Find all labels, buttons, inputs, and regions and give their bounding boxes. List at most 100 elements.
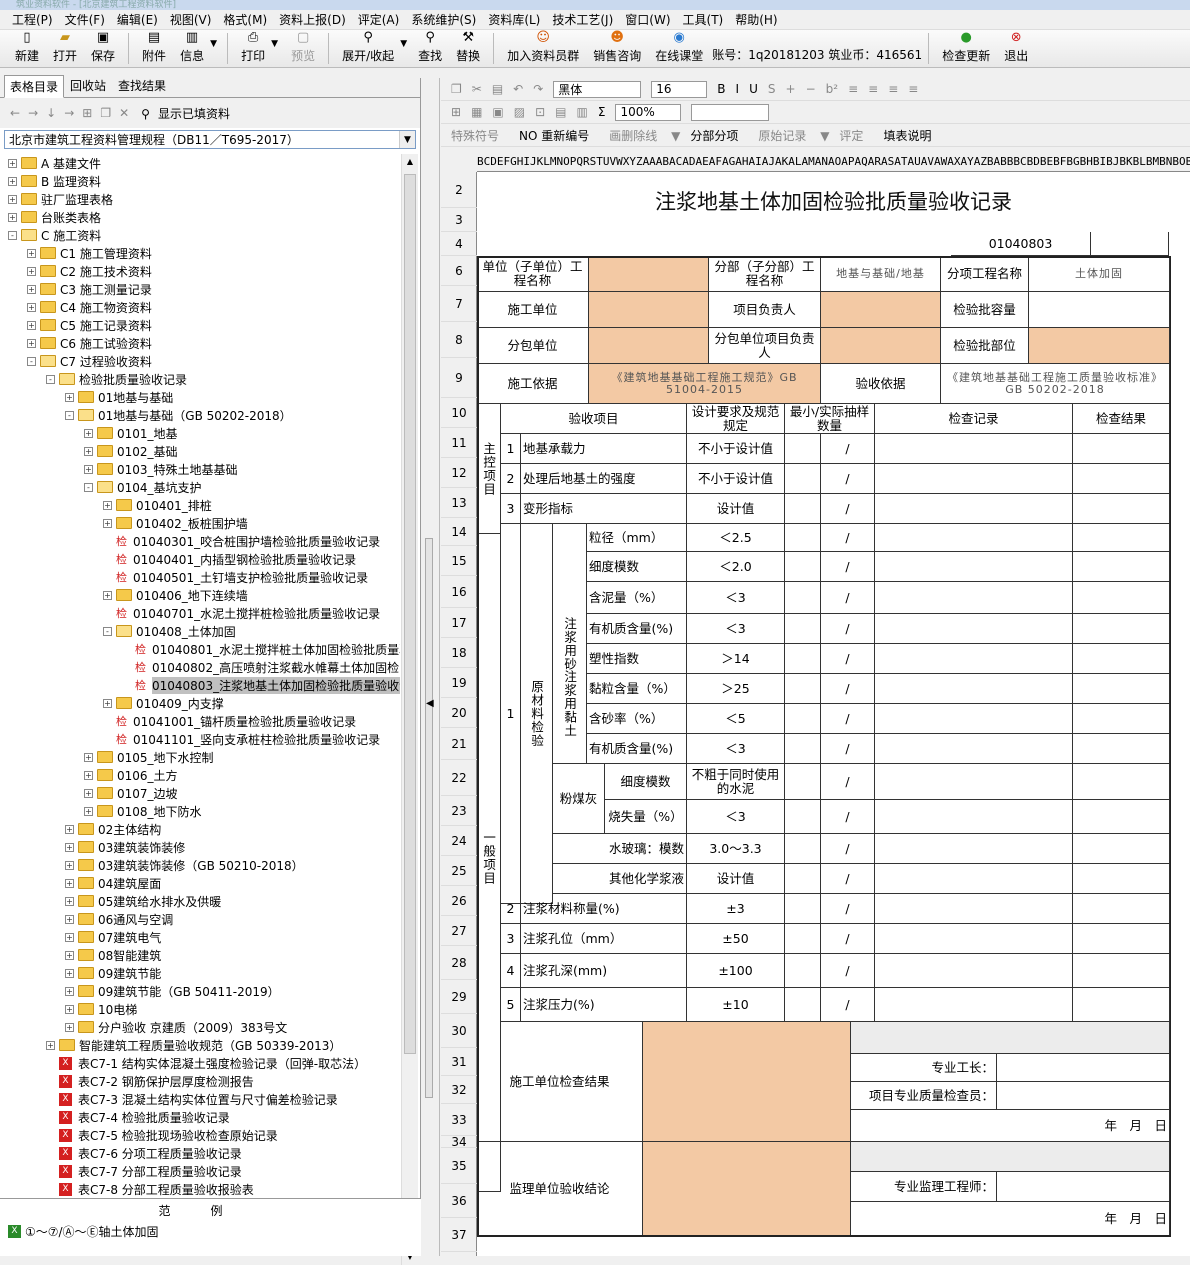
expand-icon[interactable]: + (65, 896, 74, 906)
table-icon[interactable]: ▤ (555, 105, 566, 119)
align-left-icon[interactable]: ≡ (848, 82, 858, 96)
strikeline-button[interactable]: 画删除线 ▼ (609, 127, 680, 144)
check-record[interactable] (875, 434, 1073, 464)
subcon-field[interactable] (589, 328, 709, 364)
check-record[interactable] (875, 894, 1073, 924)
tree-node[interactable]: +010402_板桩围护墙 (4, 514, 400, 532)
add-icon[interactable]: ⊞ (82, 106, 92, 120)
row-number[interactable]: 29 (441, 980, 477, 1014)
check-record[interactable] (875, 644, 1073, 674)
row-number[interactable]: 16 (441, 576, 477, 608)
tree-node[interactable]: + 分户验收 京建质（2009）383号文 (4, 1018, 400, 1036)
row-number[interactable]: 23 (441, 796, 477, 826)
row-number[interactable]: 36 (441, 1184, 477, 1218)
join-group-button[interactable]: ☺ 加入资料员群 (500, 30, 586, 67)
check-result[interactable] (1073, 864, 1170, 894)
show-filled-button[interactable]: ⚲ 显示已填资料 (141, 105, 238, 122)
copy-icon[interactable]: ❐ (100, 106, 111, 120)
row-number[interactable]: 4 (441, 232, 477, 256)
tree-node[interactable]: X 表C7-8 分部工程质量验收报验表 (4, 1180, 400, 1198)
min-sample[interactable] (785, 494, 821, 524)
check-record[interactable] (875, 734, 1073, 764)
expand-icon[interactable]: + (65, 1004, 74, 1014)
row-number[interactable]: 7 (441, 286, 477, 322)
row-number[interactable]: 20 (441, 698, 477, 728)
expand-icon[interactable]: + (65, 860, 74, 870)
delete-icon[interactable]: ✕ (119, 106, 129, 120)
replace-button[interactable]: ⚒ 替换 (449, 30, 487, 67)
tab-catalog[interactable]: 表格目录 (4, 75, 65, 98)
min-sample[interactable] (785, 764, 821, 800)
tree-node[interactable]: +09建筑节能 (4, 964, 400, 982)
expand-icon[interactable]: + (103, 698, 112, 708)
tree-node[interactable]: 检 01040803_注浆地基土体加固检验批质量验收记 (4, 676, 400, 694)
collapse-icon[interactable]: - (27, 356, 36, 366)
check-result[interactable] (1073, 924, 1170, 954)
check-record[interactable] (875, 764, 1073, 800)
check-record[interactable] (875, 988, 1073, 1022)
check-result[interactable] (1073, 524, 1170, 552)
menu-item[interactable]: 格式(M) (223, 11, 267, 28)
expand-icon[interactable]: + (65, 824, 74, 834)
row-number[interactable]: 14 (441, 518, 477, 546)
check-result[interactable] (1073, 704, 1170, 734)
fill-help-button[interactable]: 填表说明 (883, 127, 941, 144)
chevron-down-icon[interactable]: ▼ (210, 39, 217, 49)
tree-node[interactable]: + 驻厂监理表格 (4, 190, 400, 208)
info-button[interactable]: ▥ 信息 ▼ (173, 30, 217, 67)
arrow-right-icon[interactable]: → (28, 106, 38, 120)
tree-node[interactable]: +0105_地下水控制 (4, 748, 400, 766)
expand-icon[interactable]: + (27, 266, 36, 276)
menu-item[interactable]: 资料库(L) (488, 11, 540, 28)
original-record-button[interactable]: 原始记录 ▼ (758, 127, 829, 144)
menu-item[interactable]: 文件(F) (65, 11, 105, 28)
collapse-icon[interactable]: - (46, 374, 55, 384)
expand-icon[interactable]: + (27, 302, 36, 312)
min-sample[interactable] (785, 644, 821, 674)
zoom-select[interactable]: 100% (615, 103, 682, 121)
check-record[interactable] (875, 494, 1073, 524)
check-record[interactable] (875, 864, 1073, 894)
min-sample[interactable] (785, 464, 821, 494)
row-number[interactable]: 34 (441, 1135, 477, 1149)
check-result[interactable] (1073, 764, 1170, 800)
tree-node[interactable]: 检 01040801_水泥土搅拌桩土体加固检验批质量验 (4, 640, 400, 658)
min-sample[interactable] (785, 734, 821, 764)
menu-item[interactable]: 帮助(H) (735, 11, 777, 28)
new-button[interactable]: ▯ 新建 (8, 30, 46, 67)
tree-node[interactable]: - 检验批质量验收记录 (4, 370, 400, 388)
cut-icon[interactable]: ✂ (472, 82, 482, 96)
foreman-field[interactable] (997, 1054, 1170, 1082)
evaluate-button[interactable]: 评定 (839, 127, 873, 144)
tree-node[interactable]: +02主体结构 (4, 820, 400, 838)
superscript-icon[interactable]: b² (826, 82, 838, 96)
tree-node[interactable]: - 010408_土体加固 (4, 622, 400, 640)
row-number[interactable]: 9 (441, 358, 477, 398)
row-number[interactable]: 19 (441, 668, 477, 698)
tree-node[interactable]: + C1 施工管理资料 (4, 244, 400, 262)
tree-node[interactable]: +0107_边坡 (4, 784, 400, 802)
tree-node[interactable]: X 表C7-1 结构实体混凝土强度检验记录（回弹-取芯法） (4, 1054, 400, 1072)
tree-node[interactable]: 检 01040301_咬合桩围护墙检验批质量验收记录 (4, 532, 400, 550)
chevron-down-icon[interactable]: ▼ (400, 39, 407, 49)
expand-icon[interactable]: + (27, 320, 36, 330)
exit-button[interactable]: ⊗ 退出 (997, 30, 1035, 67)
menu-item[interactable]: 技术工艺(J) (552, 11, 613, 28)
row-number[interactable]: 17 (441, 608, 477, 638)
row-number[interactable]: 31 (441, 1048, 477, 1076)
undo-icon[interactable]: ↶ (513, 82, 523, 96)
check-record[interactable] (875, 704, 1073, 734)
tree-node[interactable]: +03建筑装饰装修（GB 50210-2018） (4, 856, 400, 874)
menu-item[interactable]: 系统维护(S) (411, 11, 476, 28)
min-sample[interactable] (785, 704, 821, 734)
check-result[interactable] (1073, 582, 1170, 614)
expand-icon[interactable]: + (84, 464, 93, 474)
scroll-thumb[interactable] (404, 174, 416, 1054)
menu-item[interactable]: 视图(V) (170, 11, 212, 28)
constructor-result-field[interactable] (643, 1022, 851, 1142)
tree-node[interactable]: - 0104_基坑支护 (4, 478, 400, 496)
tree-scrollbar[interactable]: ▲ ▼ (401, 154, 418, 1265)
tree-node[interactable]: X 表C7-2 钢筋保护层厚度检测报告 (4, 1072, 400, 1090)
min-sample[interactable] (785, 674, 821, 704)
collapse-icon[interactable]: - (84, 482, 93, 492)
